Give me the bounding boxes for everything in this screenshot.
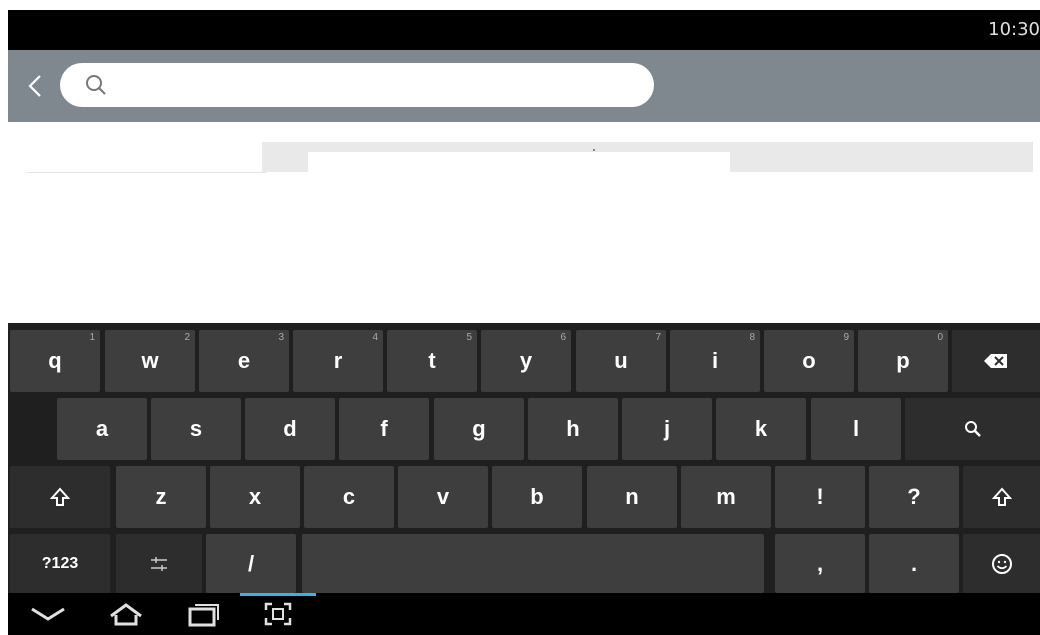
key-m[interactable]: m bbox=[681, 466, 771, 528]
key-a[interactable]: a bbox=[57, 398, 147, 460]
shift-icon bbox=[991, 487, 1012, 506]
key-n[interactable]: n bbox=[587, 466, 677, 528]
key-period[interactable]: . bbox=[869, 534, 959, 593]
nav-home-button[interactable] bbox=[96, 593, 156, 635]
nav-back-button[interactable] bbox=[18, 593, 78, 635]
key-w[interactable]: w2 bbox=[105, 330, 195, 392]
shift-key-left[interactable] bbox=[10, 466, 110, 528]
backspace-key[interactable] bbox=[952, 330, 1040, 392]
nav-back-icon bbox=[31, 607, 65, 621]
key-slash[interactable]: / bbox=[206, 534, 296, 593]
settings-key[interactable] bbox=[116, 534, 202, 593]
key-p[interactable]: p0 bbox=[858, 330, 948, 392]
nav-home-icon bbox=[110, 603, 142, 626]
chevron-left-icon[interactable] bbox=[28, 74, 42, 98]
action-bar bbox=[8, 50, 1040, 122]
status-time: 10:30 bbox=[988, 19, 1040, 40]
navigation-bar bbox=[8, 593, 1040, 635]
space-key[interactable] bbox=[302, 534, 764, 593]
cursor-dot bbox=[593, 149, 595, 151]
search-icon bbox=[86, 75, 106, 95]
key-u[interactable]: u7 bbox=[576, 330, 666, 392]
emoji-icon bbox=[991, 553, 1012, 574]
nav-recents-icon bbox=[188, 604, 219, 627]
search-box[interactable] bbox=[60, 63, 654, 107]
key-r[interactable]: r4 bbox=[293, 330, 383, 392]
key-v[interactable]: v bbox=[398, 466, 488, 528]
emoji-key[interactable] bbox=[963, 534, 1040, 593]
key-e[interactable]: e3 bbox=[199, 330, 289, 392]
key-g[interactable]: g bbox=[434, 398, 524, 460]
search-input[interactable] bbox=[120, 71, 644, 101]
shift-key-right[interactable] bbox=[963, 466, 1040, 528]
result-box bbox=[308, 152, 730, 172]
key-d[interactable]: d bbox=[245, 398, 335, 460]
symbols-key[interactable]: ?123 bbox=[10, 534, 110, 593]
key-f[interactable]: f bbox=[339, 398, 429, 460]
key-h[interactable]: h bbox=[528, 398, 618, 460]
key-s[interactable]: s bbox=[151, 398, 241, 460]
key-l[interactable]: l bbox=[811, 398, 901, 460]
screenshot-button[interactable] bbox=[240, 593, 316, 635]
key-q[interactable]: q1 bbox=[10, 330, 100, 392]
key-o[interactable]: o9 bbox=[764, 330, 854, 392]
key-b[interactable]: b bbox=[492, 466, 582, 528]
key-comma[interactable]: , bbox=[775, 534, 865, 593]
key-exclamation[interactable]: ! bbox=[775, 466, 865, 528]
key-j[interactable]: j bbox=[622, 398, 712, 460]
search-icon bbox=[964, 421, 981, 437]
shift-icon bbox=[50, 487, 70, 506]
key-c[interactable]: c bbox=[304, 466, 394, 528]
key-z[interactable]: z bbox=[116, 466, 206, 528]
search-key[interactable] bbox=[905, 398, 1040, 460]
soft-keyboard: q1 w2 e3 r4 t5 y6 u7 i8 o9 p0 a s d f g … bbox=[8, 323, 1040, 593]
key-x[interactable]: x bbox=[210, 466, 300, 528]
screenshot-icon bbox=[264, 602, 292, 626]
backspace-icon bbox=[984, 354, 1007, 368]
content-area bbox=[8, 122, 1040, 322]
key-y[interactable]: y6 bbox=[481, 330, 571, 392]
key-i[interactable]: i8 bbox=[670, 330, 760, 392]
settings-sliders-icon bbox=[151, 556, 167, 571]
status-bar: 10:30 bbox=[8, 10, 1040, 50]
key-k[interactable]: k bbox=[716, 398, 806, 460]
key-question[interactable]: ? bbox=[869, 466, 959, 528]
nav-recents-button[interactable] bbox=[174, 593, 234, 635]
divider bbox=[26, 172, 266, 173]
key-t[interactable]: t5 bbox=[387, 330, 477, 392]
top-margin bbox=[0, 0, 1040, 10]
